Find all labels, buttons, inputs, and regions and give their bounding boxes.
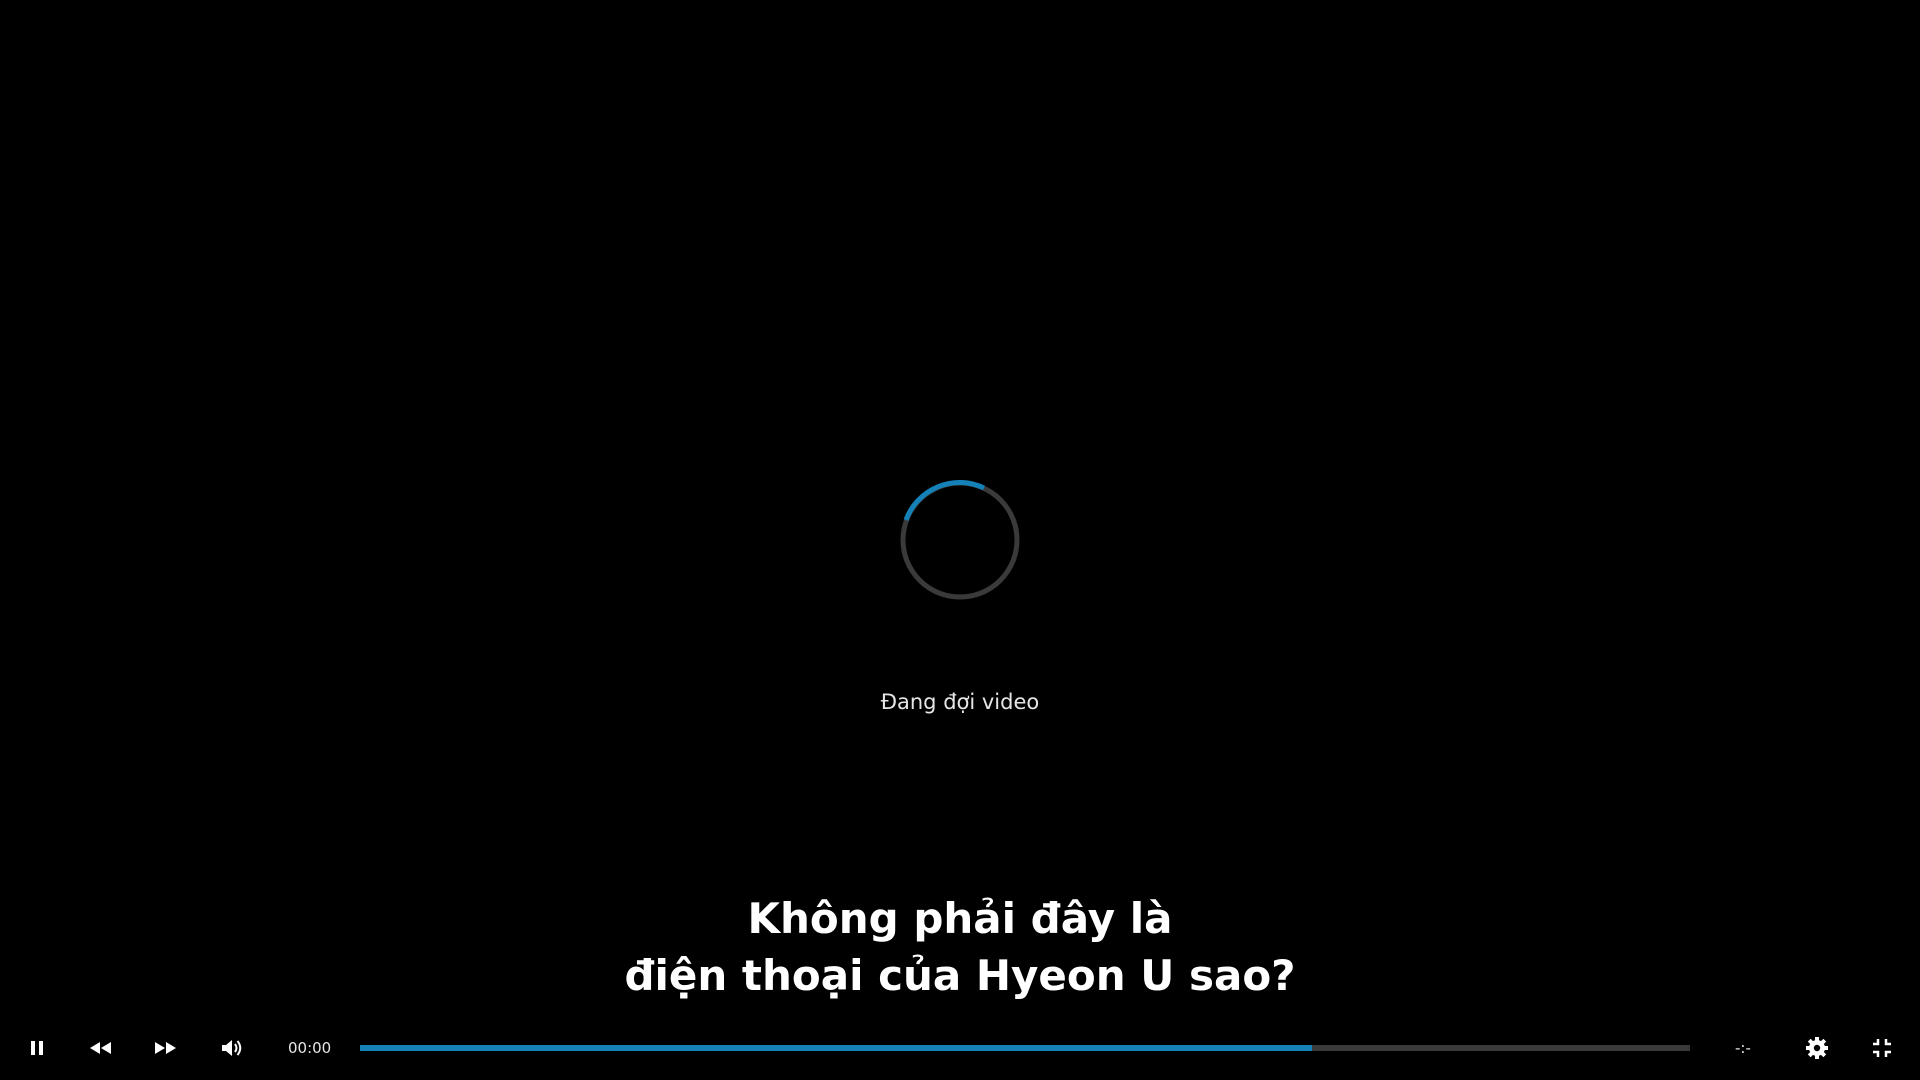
volume-icon (222, 1040, 242, 1056)
video-player[interactable]: Đang đợi video Không phải đây là điện th… (0, 0, 1920, 1080)
fast-forward-icon (155, 1042, 176, 1054)
subtitle-line-1: Không phải đây là (747, 894, 1173, 943)
rewind-button[interactable] (83, 1030, 119, 1066)
loading-message: Đang đợi video (880, 690, 1040, 714)
fast-forward-button[interactable] (147, 1030, 183, 1066)
volume-button[interactable] (214, 1030, 250, 1066)
pause-button[interactable] (19, 1030, 55, 1066)
exit-fullscreen-button[interactable] (1864, 1030, 1900, 1066)
settings-button[interactable] (1799, 1030, 1835, 1066)
pause-icon (31, 1041, 43, 1055)
subtitle-line-2: điện thoại của Hyeon U sao? (624, 951, 1296, 1000)
gear-icon (1806, 1037, 1828, 1059)
progress-bar[interactable] (360, 1045, 1690, 1051)
rewind-icon (90, 1042, 111, 1054)
progress-bar-fill (360, 1045, 1313, 1051)
loading-spinner-icon (900, 480, 1020, 600)
control-bar: 00:00 -:- (0, 1030, 1920, 1066)
subtitle-caption: Không phải đây là điện thoại của Hyeon U… (0, 890, 1920, 1004)
current-time: 00:00 (288, 1039, 332, 1057)
exit-fullscreen-icon (1873, 1039, 1891, 1057)
remaining-time: -:- (1735, 1039, 1751, 1057)
